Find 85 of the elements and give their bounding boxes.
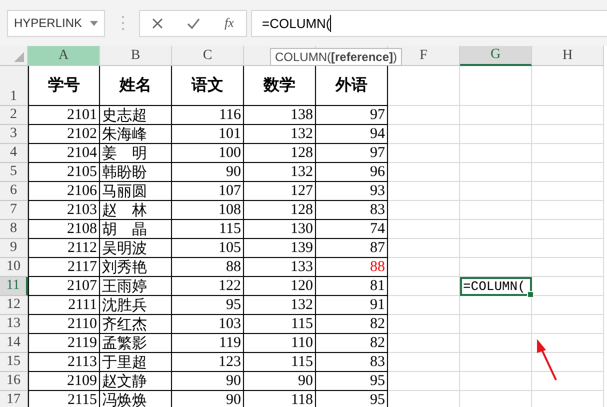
table-cell: 2104 — [28, 144, 100, 163]
table-cell: 123 — [172, 353, 244, 372]
table-cell: 2109 — [28, 372, 100, 391]
table-cell: 朱海峰 — [100, 125, 172, 144]
table-cell: 116 — [172, 106, 244, 125]
table-cell: 101 — [172, 125, 244, 144]
table-cell: 冯焕焕 — [100, 391, 172, 407]
table-cell: 2110 — [28, 315, 100, 334]
table-cell: 2117 — [28, 258, 100, 277]
table-cell: 96 — [316, 163, 388, 182]
table-cell: 90 — [172, 372, 244, 391]
table-cell: 107 — [172, 182, 244, 201]
table-cell: 2105 — [28, 163, 100, 182]
function-tooltip: COLUMN([reference]) — [270, 48, 402, 66]
table-cell: 王雨婷 — [100, 277, 172, 296]
cell-name: HYPERLINK — [14, 16, 82, 30]
table-cell: 孟繁影 — [100, 334, 172, 353]
table-cell: 2112 — [28, 239, 100, 258]
table-cell: 132 — [244, 125, 316, 144]
table-cell: 2119 — [28, 334, 100, 353]
table-cell: 122 — [172, 277, 244, 296]
table-cell: 胡 晶 — [100, 220, 172, 239]
table-cell: 韩盼盼 — [100, 163, 172, 182]
table-cell: 139 — [244, 239, 316, 258]
table-cell: 90 — [172, 391, 244, 407]
table-cell: 2107 — [28, 277, 100, 296]
table-cell: 83 — [316, 201, 388, 220]
table-cell: 90 — [244, 372, 316, 391]
table-cell: 95 — [316, 372, 388, 391]
table-cell: 105 — [172, 239, 244, 258]
table-cell: 吴明波 — [100, 239, 172, 258]
table-cell: 史志超 — [100, 106, 172, 125]
table-cell: 93 — [316, 182, 388, 201]
table-cell: 姜 明 — [100, 144, 172, 163]
table-cell: 110 — [244, 334, 316, 353]
table-cell: 马丽圆 — [100, 182, 172, 201]
table-cell: 120 — [244, 277, 316, 296]
table-cell: 138 — [244, 106, 316, 125]
table-cell: 81 — [316, 277, 388, 296]
table-cell: 97 — [316, 144, 388, 163]
table-cell: 83 — [316, 353, 388, 372]
table-cell: 119 — [172, 334, 244, 353]
table-cell: 82 — [316, 334, 388, 353]
table-cell: 2106 — [28, 182, 100, 201]
table-cell: 2103 — [28, 201, 100, 220]
table-cell: 82 — [316, 315, 388, 334]
table-cell: 97 — [316, 106, 388, 125]
table-cell: 130 — [244, 220, 316, 239]
table-cell: 2102 — [28, 125, 100, 144]
table-cell: 于里超 — [100, 353, 172, 372]
table-cell: 刘秀艳 — [100, 258, 172, 277]
heading-cell: 姓名 — [100, 66, 172, 106]
table-cell: 90 — [172, 163, 244, 182]
table-cell: 132 — [244, 163, 316, 182]
table-cell: 88 — [316, 258, 388, 277]
table-cell: 128 — [244, 144, 316, 163]
heading-cell: 语文 — [172, 66, 244, 106]
table-cell: 128 — [244, 201, 316, 220]
table-cell: 118 — [244, 391, 316, 407]
table-cell: 2101 — [28, 106, 100, 125]
table-cell: 赵 林 — [100, 201, 172, 220]
table-cell: 齐红杰 — [100, 315, 172, 334]
heading-cell: 学号 — [28, 66, 100, 106]
table-cell: 103 — [172, 315, 244, 334]
table-cell: 127 — [244, 182, 316, 201]
table-cell: 100 — [172, 144, 244, 163]
table-cell: 2113 — [28, 353, 100, 372]
table-cell: 88 — [172, 258, 244, 277]
table-cell: 赵文静 — [100, 372, 172, 391]
table-cell: 94 — [316, 125, 388, 144]
table-cell: 132 — [244, 296, 316, 315]
table-cell: 115 — [172, 220, 244, 239]
table-cell: 沈胜兵 — [100, 296, 172, 315]
table-cell: 115 — [244, 353, 316, 372]
table-cell: 95 — [172, 296, 244, 315]
table-cell: 87 — [316, 239, 388, 258]
table-cell: 74 — [316, 220, 388, 239]
table-cell: 108 — [172, 201, 244, 220]
table-cell: 91 — [316, 296, 388, 315]
table-cell: 133 — [244, 258, 316, 277]
table-cell: 95 — [316, 391, 388, 407]
table-cell: 2111 — [28, 296, 100, 315]
table-cell: 2115 — [28, 391, 100, 407]
table-cell: 2108 — [28, 220, 100, 239]
table-cell: 115 — [244, 315, 316, 334]
